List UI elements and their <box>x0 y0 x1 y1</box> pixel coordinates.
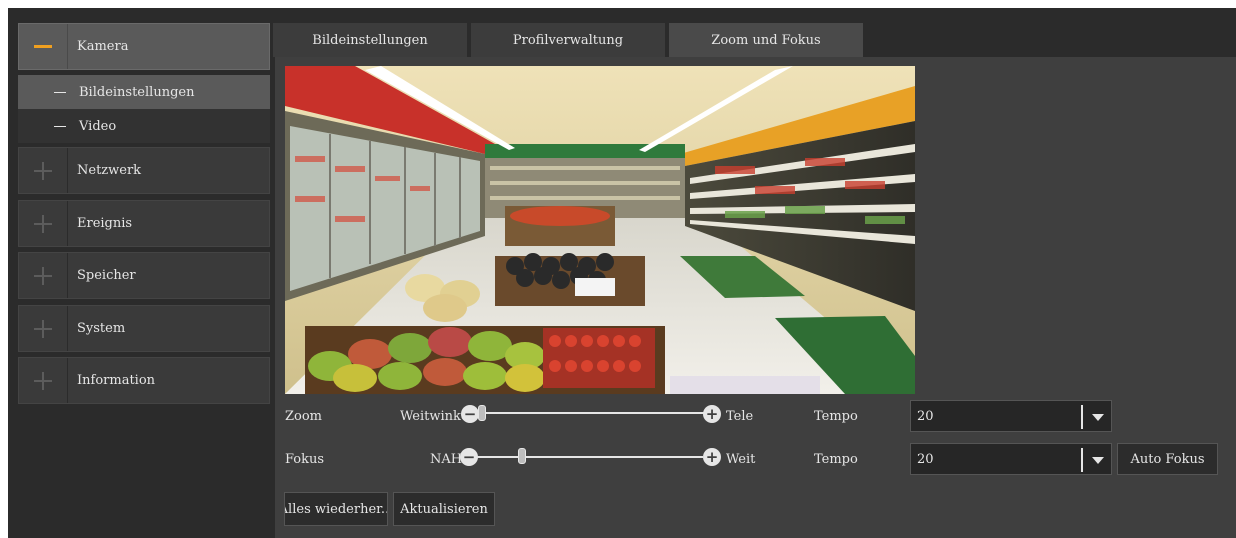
zoom-max-label: Tele <box>726 409 754 424</box>
restore-all-button[interactable]: Alles wiederher... <box>284 492 388 526</box>
focus-max-label: Weit <box>726 452 756 467</box>
plus-icon <box>19 148 68 193</box>
auto-focus-button[interactable]: Auto Fokus <box>1117 443 1218 475</box>
focus-speed-select[interactable]: 20 <box>910 443 1112 475</box>
dash-icon <box>54 125 66 127</box>
sidebar-item-speicher[interactable]: Speicher <box>18 252 270 299</box>
sidebar-item-label: Speicher <box>77 268 136 283</box>
plus-icon <box>19 201 68 246</box>
chevron-down-icon <box>1092 457 1104 464</box>
focus-speed-value: 20 <box>917 452 934 467</box>
sidebar-subitem-bildeinstellungen[interactable]: Bildeinstellungen <box>18 75 270 109</box>
zoom-min-label: Weitwinke <box>400 409 469 424</box>
minus-icon: − <box>463 404 477 423</box>
plus-icon: + <box>705 404 719 423</box>
sidebar-item-label: Kamera <box>77 39 129 54</box>
tab-profilverwaltung[interactable]: Profilverwaltung <box>471 23 665 57</box>
sidebar-item-label: Information <box>77 373 156 388</box>
sidebar-item-ereignis[interactable]: Ereignis <box>18 200 270 247</box>
tab-zoom-und-fokus[interactable]: Zoom und Fokus <box>669 23 863 57</box>
sidebar-item-system[interactable]: System <box>18 305 270 352</box>
plus-icon: + <box>705 447 719 466</box>
auto-focus-label: Auto Fokus <box>1130 451 1205 467</box>
dash-icon <box>54 91 66 93</box>
refresh-button[interactable]: Aktualisieren <box>393 492 495 526</box>
tab-label: Zoom und Fokus <box>711 32 821 48</box>
tab-label: Bildeinstellungen <box>312 32 428 48</box>
plus-icon <box>19 358 68 403</box>
zoom-in-button[interactable]: + <box>703 405 721 423</box>
sidebar-subitem-video[interactable]: Video <box>18 109 270 143</box>
focus-speed-label: Tempo <box>814 452 858 467</box>
focus-far-button[interactable]: + <box>703 448 721 466</box>
sidebar-item-kamera[interactable]: Kamera <box>18 23 270 70</box>
plus-icon <box>19 253 68 298</box>
tab-label: Profilverwaltung <box>512 32 624 48</box>
plus-icon <box>19 306 68 351</box>
restore-all-label: Alles wiederher... <box>284 501 388 517</box>
sidebar-subitem-label: Video <box>79 118 117 134</box>
zoom-out-button[interactable]: − <box>461 405 479 423</box>
minus-icon <box>19 24 68 69</box>
focus-min-label: NAH <box>430 452 463 467</box>
select-divider <box>1081 405 1083 429</box>
zoom-slider-thumb[interactable] <box>478 405 486 421</box>
sidebar-item-label: Netzwerk <box>77 163 142 178</box>
chevron-down-icon <box>1092 414 1104 421</box>
focus-near-button[interactable]: − <box>460 448 478 466</box>
tab-bildeinstellungen[interactable]: Bildeinstellungen <box>273 23 467 57</box>
focus-slider-thumb[interactable] <box>517 448 526 464</box>
sidebar-subitem-label: Bildeinstellungen <box>79 84 195 100</box>
sidebar-item-information[interactable]: Information <box>18 357 270 404</box>
sidebar: Kamera Bildeinstellungen Video Netzwerk … <box>8 8 274 538</box>
sidebar-item-label: System <box>77 321 126 336</box>
sidebar-item-label: Ereignis <box>77 216 133 231</box>
focus-label: Fokus <box>285 452 325 467</box>
focus-slider-track[interactable] <box>477 456 703 458</box>
zoom-slider-track[interactable] <box>478 412 704 414</box>
select-divider <box>1081 448 1083 472</box>
zoom-speed-select[interactable]: 20 <box>910 400 1112 432</box>
sidebar-item-netzwerk[interactable]: Netzwerk <box>18 147 270 194</box>
refresh-label: Aktualisieren <box>400 501 488 517</box>
zoom-label: Zoom <box>285 409 323 424</box>
camera-live-view[interactable] <box>285 66 915 394</box>
minus-icon: − <box>462 447 476 466</box>
zoom-speed-value: 20 <box>917 409 934 424</box>
zoom-speed-label: Tempo <box>814 409 858 424</box>
